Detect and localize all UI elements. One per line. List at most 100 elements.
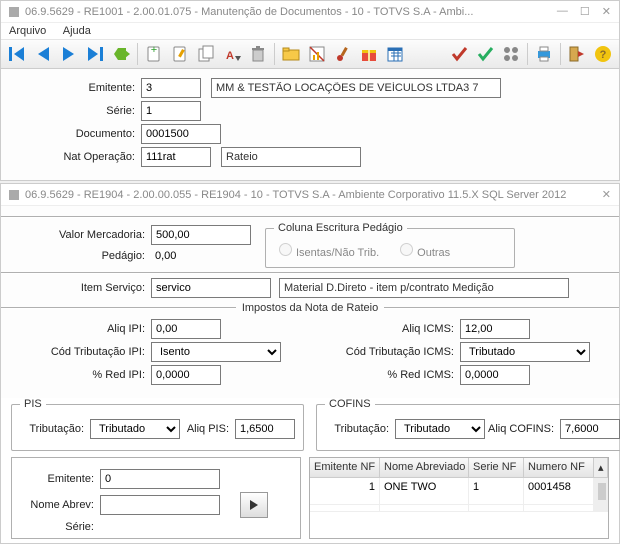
- trib-ipi-label: Cód Tributação IPI:: [11, 346, 151, 358]
- confirm-red-icon[interactable]: [447, 42, 471, 66]
- window-title: 06.9.5629 - RE1001 - 2.00.01.075 - Manut…: [25, 6, 557, 18]
- brush-icon[interactable]: [331, 42, 355, 66]
- print-icon[interactable]: [532, 42, 556, 66]
- form-re1001: Emitente: Série: Documento: Nat Operação…: [1, 69, 619, 180]
- col-serie-nf[interactable]: Serie NF: [469, 458, 524, 478]
- cofins-group: COFINS Tributação: Tributado Aliq COFINS…: [316, 398, 620, 451]
- svg-text:?: ?: [600, 49, 607, 61]
- col-nome-abreviado[interactable]: Nome Abreviado: [380, 458, 469, 478]
- copy-icon[interactable]: [194, 42, 218, 66]
- menubar: Arquivo Ajuda: [1, 23, 619, 40]
- valor-merc-field[interactable]: [151, 225, 251, 245]
- window-re1001: 06.9.5629 - RE1001 - 2.00.01.075 - Manut…: [0, 0, 620, 181]
- font-icon[interactable]: A: [220, 42, 244, 66]
- red-ipi-label: % Red IPI:: [11, 369, 151, 381]
- close-icon[interactable]: ✕: [602, 5, 611, 18]
- outras-radio[interactable]: Outras: [395, 240, 450, 259]
- folder-icon[interactable]: [279, 42, 303, 66]
- emitente2-field[interactable]: [100, 469, 220, 489]
- svg-text:+: +: [151, 45, 157, 56]
- confirm-green-icon[interactable]: [473, 42, 497, 66]
- documento-label: Documento:: [11, 128, 141, 140]
- col-numero-nf[interactable]: Numero NF: [524, 458, 594, 478]
- titlebar-re1001: 06.9.5629 - RE1001 - 2.00.01.075 - Manut…: [1, 1, 619, 23]
- coluna-escritura-group: Coluna Escritura Pedágio Isentas/Não Tri…: [265, 222, 515, 268]
- nome-abrev-field[interactable]: [100, 495, 220, 515]
- close-icon[interactable]: ✕: [602, 188, 611, 201]
- calendar-icon[interactable]: [383, 42, 407, 66]
- red-icms-field[interactable]: [460, 365, 530, 385]
- pis-group: PIS Tributação: Tributado Aliq PIS:: [11, 398, 304, 451]
- impostos-heading: Impostos da Nota de Rateio: [236, 302, 384, 314]
- svg-text:A: A: [226, 50, 234, 62]
- edit-icon[interactable]: [168, 42, 192, 66]
- scrollbar[interactable]: [594, 478, 608, 505]
- col-emitente-nf[interactable]: Emitente NF: [310, 458, 380, 478]
- serie2-label: Série:: [20, 521, 100, 533]
- window-title: 06.9.5629 - RE1904 - 2.00.00.055 - RE190…: [25, 189, 602, 201]
- pedagio-value: 0,00: [151, 248, 180, 264]
- table-row[interactable]: 1 ONE TWO 1 0001458: [310, 478, 608, 505]
- aliq-ipi-label: Aliq IPI:: [11, 323, 151, 335]
- pis-legend: PIS: [20, 398, 46, 410]
- report-icon[interactable]: [305, 42, 329, 66]
- maximize-icon[interactable]: ☐: [580, 5, 590, 18]
- delete-icon[interactable]: [246, 42, 270, 66]
- exit-icon[interactable]: [565, 42, 589, 66]
- gift-icon[interactable]: [357, 42, 381, 66]
- emitente-desc-field[interactable]: [211, 78, 501, 98]
- new-icon[interactable]: +: [142, 42, 166, 66]
- go-button[interactable]: [240, 492, 268, 518]
- nav-next-icon[interactable]: [57, 42, 81, 66]
- titlebar-re1904: 06.9.5629 - RE1904 - 2.00.00.055 - RE190…: [1, 184, 619, 206]
- aliq-pis-field[interactable]: [235, 419, 295, 439]
- help-icon[interactable]: ?: [591, 42, 615, 66]
- trib-pis-select[interactable]: Tributado: [90, 419, 180, 439]
- cofins-legend: COFINS: [325, 398, 375, 410]
- nf-grid[interactable]: Emitente NF Nome Abreviado Serie NF Nume…: [309, 457, 609, 539]
- trib-cofins-label: Tributação:: [325, 423, 395, 435]
- trib-icms-select[interactable]: Tributado: [460, 342, 590, 362]
- window-re1904: 06.9.5629 - RE1904 - 2.00.00.055 - RE190…: [0, 183, 620, 544]
- nav-prev-icon[interactable]: [31, 42, 55, 66]
- item-servico-label: Item Serviço:: [11, 282, 151, 294]
- natop-field[interactable]: [141, 147, 211, 167]
- red-ipi-field[interactable]: [151, 365, 221, 385]
- item-servico-field[interactable]: [151, 278, 271, 298]
- toolbar: + A ?: [1, 40, 619, 69]
- table-row[interactable]: [310, 505, 608, 512]
- red-icms-label: % Red ICMS:: [320, 369, 460, 381]
- form-re1904: Valor Mercadoria: Pedágio: 0,00 Coluna E…: [1, 206, 619, 398]
- goto-icon[interactable]: [109, 42, 133, 66]
- scroll-up-icon[interactable]: ▴: [594, 458, 608, 478]
- aliq-ipi-field[interactable]: [151, 319, 221, 339]
- emitente-field[interactable]: [141, 78, 201, 98]
- documento-field[interactable]: [141, 124, 221, 144]
- minimize-icon[interactable]: —: [557, 5, 568, 18]
- serie-field[interactable]: [141, 101, 201, 121]
- trib-cofins-select[interactable]: Tributado: [395, 419, 485, 439]
- aliq-pis-label: Aliq PIS:: [180, 423, 235, 435]
- isentas-radio[interactable]: Isentas/Não Trib.: [274, 240, 379, 259]
- menu-arquivo[interactable]: Arquivo: [9, 25, 46, 37]
- natop-label: Nat Operação:: [11, 151, 141, 163]
- pedagio-label: Pedágio:: [11, 250, 151, 262]
- aliq-icms-field[interactable]: [460, 319, 530, 339]
- nome-abrev-label: Nome Abrev:: [20, 499, 100, 511]
- nav-last-icon[interactable]: [83, 42, 107, 66]
- filter-block: Emitente: Nome Abrev: Série:: [11, 457, 301, 539]
- nav-first-icon[interactable]: [5, 42, 29, 66]
- settings-icon[interactable]: [499, 42, 523, 66]
- app-icon: [9, 7, 19, 17]
- item-servico-desc[interactable]: [279, 278, 569, 298]
- trib-pis-label: Tributação:: [20, 423, 90, 435]
- menu-ajuda[interactable]: Ajuda: [63, 25, 91, 37]
- coluna-escritura-legend: Coluna Escritura Pedágio: [274, 222, 407, 234]
- aliq-icms-label: Aliq ICMS:: [320, 323, 460, 335]
- app-icon: [9, 190, 19, 200]
- aliq-cofins-field[interactable]: [560, 419, 620, 439]
- serie-label: Série:: [11, 105, 141, 117]
- emitente2-label: Emitente:: [20, 473, 100, 485]
- natop-desc-field[interactable]: [221, 147, 361, 167]
- trib-ipi-select[interactable]: Isento: [151, 342, 281, 362]
